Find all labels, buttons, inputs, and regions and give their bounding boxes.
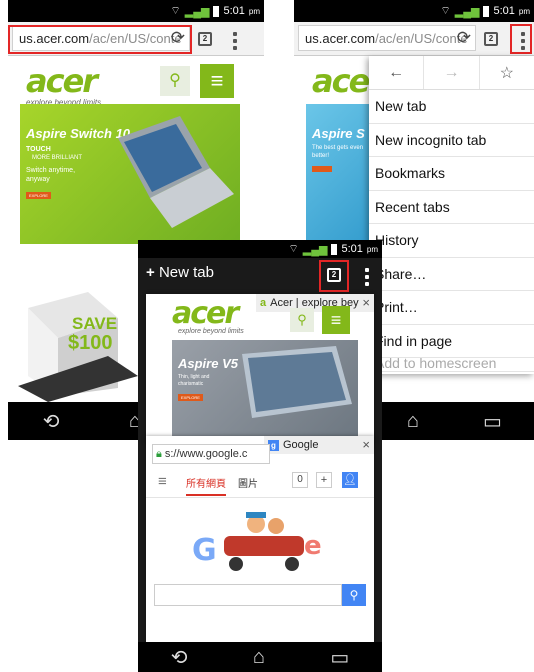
close-tab-icon[interactable]: × xyxy=(362,437,370,452)
wifi-icon: ⌔ xyxy=(288,243,299,255)
back-icon[interactable]: ⟲ xyxy=(171,645,188,670)
menu-item-find-in-page[interactable]: Find in page xyxy=(369,325,534,358)
google-url-bar: 🔒︎ s://www.google.c xyxy=(152,444,270,464)
chrome-toolbar: us.acer.com/ac/en/US/conte ⟳ 2 xyxy=(294,22,534,56)
tab-card-acer[interactable]: a Acer | explore bey × acer explore beyo… xyxy=(146,294,374,444)
signal-icon: ▂▄▆ xyxy=(302,243,328,256)
svg-text:e: e xyxy=(304,531,322,561)
google-menu-icon: ≡ xyxy=(158,473,167,490)
home-icon[interactable]: ⌂ xyxy=(407,410,419,433)
acer-favicon: a xyxy=(260,297,267,309)
recents-icon[interactable]: ▭ xyxy=(330,645,349,670)
center-phone-screen: ⌔ ▂▄▆ 5:01 pm + New tab 2 a Acer | explo… xyxy=(138,240,382,672)
wifi-icon: ⌔ xyxy=(440,5,451,17)
recents-icon[interactable]: ▭ xyxy=(483,409,502,434)
tab-card-title: a Acer | explore bey xyxy=(256,294,374,312)
menu-kebab-icon[interactable] xyxy=(233,32,237,53)
url-bar-highlight xyxy=(8,25,192,54)
laptop-keyboard-image xyxy=(18,356,138,402)
close-tab-icon[interactable]: × xyxy=(362,295,370,310)
android-nav-bar: ⟲ ⌂ ▭ xyxy=(138,642,382,672)
status-bar: ⌔ ▂▄▆ 5:01 pm xyxy=(294,0,534,22)
acer-logo[interactable]: acer xyxy=(26,62,98,100)
forward-arrow-icon[interactable]: → xyxy=(424,56,480,89)
battery-icon xyxy=(331,243,338,255)
menu-item-bookmarks[interactable]: Bookmarks xyxy=(369,157,534,191)
tab-card-title: g Google xyxy=(264,436,374,454)
menu-item-add-to-homescreen[interactable]: Add to homescreen xyxy=(369,358,534,372)
laptop-image xyxy=(118,116,234,228)
google-search-button: ⚲ xyxy=(342,584,366,606)
tab-switcher-button[interactable]: 2 xyxy=(484,32,498,46)
menu-item-new-tab[interactable]: New tab xyxy=(369,90,534,124)
chrome-overflow-menu: ← → ☆ New tab New incognito tab Bookmark… xyxy=(369,56,534,374)
menu-item-recent-tabs[interactable]: Recent tabs xyxy=(369,191,534,224)
status-time: 5:01 xyxy=(223,5,245,17)
status-bar: ⌔ ▂▄▆ 5:01 pm xyxy=(138,240,382,258)
tab-switcher-highlight xyxy=(319,260,349,292)
plus-icon: + xyxy=(146,264,155,281)
menu-item-print[interactable]: Print… xyxy=(369,291,534,325)
tab-card-google[interactable]: g Google × 🔒︎ s://www.google.c ≡ 所有網頁 圖片… xyxy=(146,436,374,642)
promo-banner[interactable]: Aspire Switch 10 TOUCH MORE BRILLIANT Sw… xyxy=(20,104,240,244)
search-icon[interactable]: ⚲ xyxy=(160,66,190,96)
wifi-icon: ⌔ xyxy=(170,5,181,17)
reload-icon[interactable]: ⟳ xyxy=(457,28,471,48)
menu-button-highlight xyxy=(510,24,532,54)
lock-icon: 🔒︎ xyxy=(156,447,162,460)
back-icon[interactable]: ⟲ xyxy=(43,409,60,434)
promo-banner: Aspire V5 Thin, light and charismatic EX… xyxy=(172,340,358,444)
home-icon[interactable]: ⌂ xyxy=(253,646,265,669)
laptop-image xyxy=(242,346,352,418)
url-bar[interactable]: us.acer.com/ac/en/US/conte ⟳ xyxy=(298,25,476,51)
menu-item-share[interactable]: Share… xyxy=(369,258,534,291)
avatar: 👤︎ xyxy=(342,472,358,488)
signal-icon: ▂▄▆ xyxy=(454,5,480,18)
google-search-input xyxy=(154,584,342,606)
battery-icon xyxy=(213,5,220,17)
back-arrow-icon[interactable]: ← xyxy=(369,56,425,89)
battery-icon xyxy=(483,5,490,17)
status-bar: ⌔ ▂▄▆ 5:01 pm xyxy=(8,0,264,22)
svg-text:G: G xyxy=(192,533,217,568)
google-doodle: G e xyxy=(192,512,322,571)
menu-icon-row: ← → ☆ xyxy=(369,56,534,90)
bookmark-star-icon[interactable]: ☆ xyxy=(480,56,534,89)
menu-item-new-incognito-tab[interactable]: New incognito tab xyxy=(369,124,534,157)
menu-item-history[interactable]: History xyxy=(369,224,534,258)
menu-kebab-icon[interactable] xyxy=(365,268,369,289)
signal-icon: ▂▄▆ xyxy=(184,5,210,18)
hamburger-menu-icon[interactable]: ≡ xyxy=(200,64,234,98)
new-tab-button[interactable]: + New tab xyxy=(146,264,214,281)
search-icon: ⚲ xyxy=(290,308,314,332)
google-header: ≡ 所有網頁 圖片 0 + 👤︎ xyxy=(146,468,374,498)
hamburger-menu-icon: ≡ xyxy=(322,306,350,334)
tab-switcher-button[interactable]: 2 xyxy=(198,32,212,46)
